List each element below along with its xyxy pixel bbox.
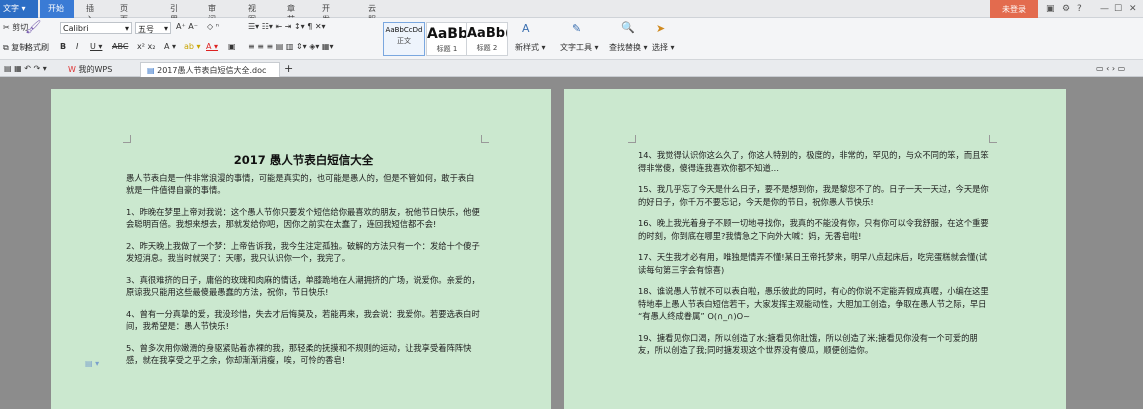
paragraph: 愚人节表白是一件非常浪漫的事情，可能是真实的，也可能是愚人的，但是不管如何，敢于… — [126, 172, 475, 196]
text-tools-button[interactable]: 文字工具 ▾ — [560, 42, 599, 53]
strikethrough-icon[interactable]: ABC — [112, 42, 128, 51]
doc-icon: ▤ — [147, 66, 155, 75]
style-heading-2[interactable]: AaBb(标题 2 — [466, 22, 508, 56]
new-tab-icon[interactable]: + — [284, 62, 293, 75]
paragraph: 14、我觉得认识你这么久了，你这人特别的，极度的，非常的，罕见的，与众不同的笨，… — [638, 150, 989, 173]
style-normal[interactable]: AaBbCcDd 正文 — [383, 22, 425, 56]
paragraph: 17、天生我才必有用，唯独是情弄不懂!某日王帝托梦来，明早八点起床后，吃完蛋糕就… — [638, 252, 987, 275]
font-color-icon[interactable]: A ▾ — [206, 42, 218, 51]
paragraph: 16、晚上我光着身子不顾一切地寻找你，我真的不能没有你，只有你可以令我舒服，在这… — [638, 218, 989, 241]
margin-corner — [481, 135, 489, 143]
text-effect-icon[interactable]: A ▾ — [164, 42, 176, 51]
right-page[interactable]: 14、我觉得认识你这么久了，你这人特别的，极度的，非常的，罕见的，与众不同的笨，… — [564, 89, 1066, 409]
font-grow-icon[interactable]: A⁺ A⁻ — [176, 22, 198, 31]
paragraph: 5、曾多次用你嫩滑的身驱紧贴着赤裸的我，那轻柔的抚摸和不规则的运动，让我享受着阵… — [126, 342, 472, 366]
paragraph: 15、我几乎忘了今天是什么日子，要不是想到你，我是黎您不了的。日子一天一天过，今… — [638, 184, 989, 207]
margin-corner — [989, 135, 997, 143]
text-tools-icon: ✎ — [572, 22, 582, 35]
find-replace-button[interactable]: 查找替换 ▾ — [609, 42, 648, 53]
paragraph: 2、昨天晚上我做了一个梦：上帝告诉我，我今生注定孤独。破解的方法只有一个：发给十… — [126, 240, 480, 264]
paragraph-marker-icon[interactable]: ▤ ▾ — [85, 359, 99, 368]
align-icons[interactable]: ≡ ≡ ≡ ▤ ▥ ⇕▾ ◈▾ ▦▾ — [248, 42, 334, 51]
help-icon[interactable]: ? — [1077, 4, 1082, 14]
font-size-select[interactable]: 五号 ▾ — [135, 22, 171, 34]
copy-button[interactable]: ⧉ 复制 — [3, 42, 27, 53]
minimize-icon[interactable]: — — [1100, 4, 1109, 14]
left-page-content: 2017 愚人节表白短信大全 愚人节表白是一件非常浪漫的事情，可能是真实的，也可… — [126, 154, 481, 376]
new-style-button[interactable]: 新样式 ▾ — [515, 42, 546, 53]
paragraph: 18、谁说愚人节就不可以表白啦，愚乐彼此的同时，有心的你说不定能弄假成真喔，小编… — [638, 286, 989, 321]
document-title: 2017 愚人节表白短信大全 — [233, 153, 374, 167]
paragraph: 1、昨晚在梦里上帝对我说：这个愚人节你只要发个短信给你最喜欢的朋友，祝他节日快乐… — [126, 206, 480, 230]
title-bar: 文字 ▾ 开始 插入 页面布局 引用 审阅 视图 章节 开发工具 云服务 未登录… — [0, 0, 1143, 46]
italic-icon[interactable]: I — [76, 42, 78, 51]
ribbon: ✂ 剪切 ⧉ 复制 🖌 格式刷 Calibri ▾ 五号 ▾ A⁺ A⁻ ◇ ⁿ B… — [0, 18, 1143, 60]
bullet-list-icon[interactable]: ☰▾ ☷▾ ⇤ ⇥ ↕▾ ¶ ✕▾ — [248, 22, 326, 31]
quick-access-icons[interactable]: ▤ ▦ ↶ ↷ ▾ — [4, 64, 47, 73]
skin-icon[interactable]: ▣ — [1046, 4, 1055, 14]
left-page[interactable]: 2017 愚人节表白短信大全 愚人节表白是一件非常浪漫的事情，可能是真实的，也可… — [51, 89, 551, 409]
right-page-content: 14、我觉得认识你这么久了，你这人特别的，极度的，非常的，罕见的，与众不同的笨，… — [638, 149, 991, 366]
tab-home[interactable]: 开始 — [40, 0, 74, 18]
close-icon[interactable]: ✕ — [1129, 4, 1137, 14]
font-name-select[interactable]: Calibri ▾ — [60, 22, 132, 34]
underline-icon[interactable]: U ▾ — [90, 42, 102, 51]
char-border-icon[interactable]: ▣ — [228, 42, 236, 51]
settings-icon[interactable]: ⚙ — [1062, 4, 1070, 14]
superscript-icon[interactable]: x² x₂ — [137, 42, 155, 51]
tab-my-wps[interactable]: W 我的WPS — [62, 62, 118, 77]
paragraph: 4、曾有一分真挚的爱，我没珍惜，失去才后悔莫及，若能再来，我会说：我爱你。若要选… — [126, 308, 480, 332]
style-heading-1[interactable]: AaBb 标题 1 — [426, 22, 468, 56]
highlight-icon[interactable]: ab ▾ — [184, 42, 201, 51]
clear-format-icon[interactable]: ◇ ⁿ — [207, 22, 219, 31]
wps-icon: W — [68, 65, 76, 74]
document-canvas: 2017 愚人节表白短信大全 愚人节表白是一件非常浪漫的事情，可能是真实的，也可… — [0, 77, 1143, 409]
paragraph: 3、真很难挤的日子，庸俗的玫瑰和肉麻的情话，单膝跪地在人潮拥挤的广场，说爱你。亲… — [126, 274, 480, 298]
margin-corner — [628, 135, 636, 143]
document-tab-bar: ▤ ▦ ↶ ↷ ▾ W 我的WPS ▤ 2017愚人节表白短信大全.doc ✕ … — [0, 60, 1143, 85]
app-menu-button[interactable]: 文字 ▾ — [0, 0, 38, 18]
maximize-icon[interactable]: ☐ — [1114, 4, 1122, 14]
margin-corner — [123, 135, 131, 143]
select-cursor-icon: ➤ — [656, 22, 666, 35]
bold-icon[interactable]: B — [60, 42, 66, 51]
new-style-icon: A — [522, 22, 530, 35]
paragraph: 19、搪看见你口渴，所以创造了水;搪看见你肚饿，所以创造了米;搪看见你没有一个可… — [638, 332, 978, 356]
tab-current-document[interactable]: ▤ 2017愚人节表白短信大全.doc ✕ — [140, 62, 280, 85]
tab-list-icon[interactable]: ▭ ‹ › ▭ — [1096, 64, 1125, 73]
format-painter-button[interactable]: 格式刷 — [25, 42, 49, 53]
login-button[interactable]: 未登录 — [990, 0, 1038, 18]
select-button[interactable]: 选择 ▾ — [652, 42, 675, 53]
find-replace-icon: 🔍 — [621, 21, 635, 34]
format-painter-icon: 🖌 — [25, 20, 42, 35]
